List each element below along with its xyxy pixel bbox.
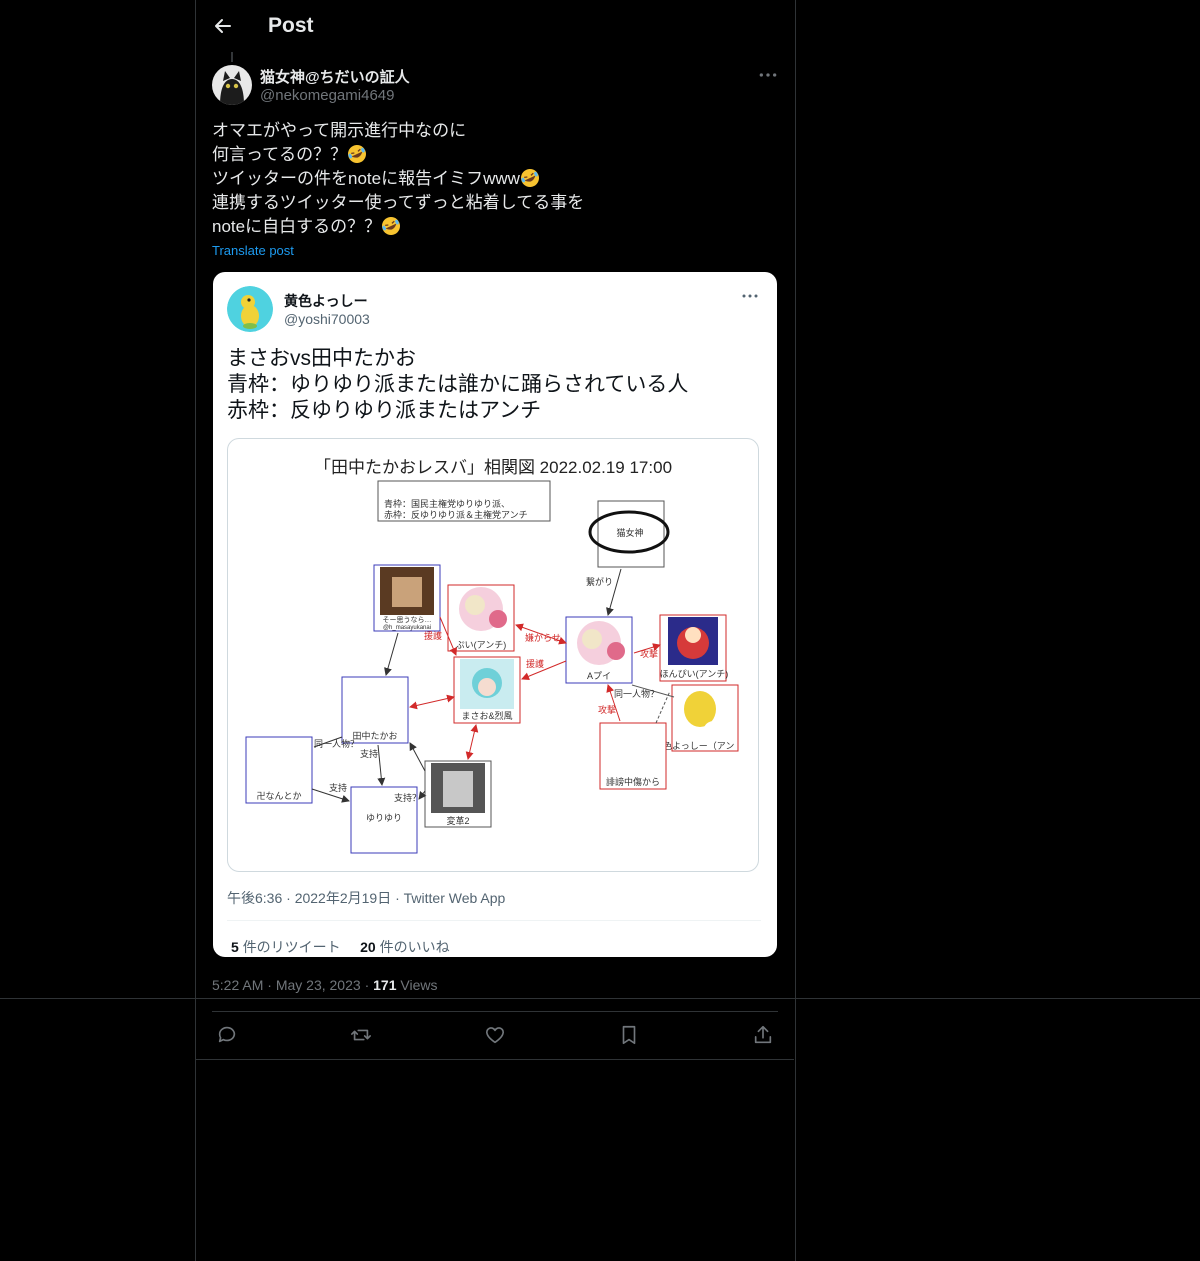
back-button[interactable] [209, 12, 237, 40]
laughing-emoji-icon [348, 145, 367, 163]
views-label: Views [400, 977, 438, 993]
edge [384, 632, 399, 676]
edge [465, 724, 479, 760]
quoted-meta: 午後6:36 · 2022年2月19日 · Twitter Web App [227, 890, 506, 906]
relationship-diagram: 「田中たかおレスバ」相関図 2022.02.19 17:00 青枠：国民主権党ゆ… [227, 438, 759, 872]
node-label: ほんぴい(アンチ) [660, 669, 729, 679]
author-name[interactable]: 猫女神@ちだいの証人 [260, 66, 410, 87]
edge-label: 嫌がらせ [525, 632, 561, 643]
edge [377, 744, 386, 786]
node-label: ぷい(アンチ) [456, 640, 507, 650]
reply-button[interactable] [216, 1024, 240, 1048]
retweet-label: 件のリツイート [242, 939, 341, 955]
edge-label: 同一人物？ [314, 738, 359, 749]
quoted-text: まさおvs田中たかお 青枠：ゆりゆり派または誰かに踊らされている人 赤枠：反ゆり… [227, 346, 688, 424]
edge-label: 攻撃 [640, 648, 658, 659]
cat-avatar-image [212, 65, 252, 105]
avatar[interactable] [212, 65, 252, 105]
edge [409, 742, 426, 772]
post-text-line: オマエがやって開示進行中なのに [212, 121, 467, 140]
quoted-post-image[interactable]: 黄色よっしー @yoshi70003 まさおvs田中たかお 青枠：ゆりゆり派また… [213, 272, 777, 957]
node-label: まさお&烈風 [461, 711, 512, 721]
diagram-title: 「田中たかおレスバ」相関図 2022.02.19 17:00 [314, 458, 672, 477]
retweet-count: 5 [231, 939, 239, 955]
yoshi-avatar-image [227, 286, 273, 332]
diagram-legend-line: 赤枠：反ゆりゆり派＆主権党アンチ [384, 509, 528, 520]
more-icon [759, 73, 777, 77]
heart-icon [485, 1027, 505, 1044]
arrow-left-icon [215, 19, 231, 33]
edge-label: 攻撃 [598, 704, 616, 715]
action-bar-divider [212, 1011, 778, 1012]
like-button[interactable] [484, 1024, 508, 1048]
quoted-stats: 5 件のリツイート 20 件のいいね [231, 937, 450, 957]
author-handle[interactable]: @nekomegami4649 [260, 87, 394, 104]
share-button[interactable] [752, 1024, 776, 1048]
translate-post-link[interactable]: Translate post [212, 243, 294, 258]
share-icon [754, 1025, 772, 1044]
action-bar-bottom-divider [196, 1059, 794, 1060]
quoted-divider [227, 920, 761, 921]
quoted-text-line: 赤枠：反ゆりゆり派またはアンチ [227, 399, 542, 422]
repost-button[interactable] [350, 1024, 374, 1048]
node-label: 田中たかお [352, 730, 397, 741]
node-label: 猫女神 [616, 527, 643, 538]
post-time[interactable]: 5:22 AM [212, 977, 263, 993]
edge-label: 同一人物？ [614, 688, 659, 699]
post-text-line: ツイッターの件をnoteに報告イミフwww [212, 167, 772, 191]
repost-icon [351, 1029, 371, 1041]
edge-label: 支持？ [394, 792, 421, 803]
views-count: 171 [373, 977, 397, 993]
edge-label: 繋がり [586, 576, 613, 587]
post-meta: 5:22 AM · May 23, 2023 · 171 Views [212, 977, 437, 993]
meta-separator: · [364, 977, 370, 993]
node-label: ゆりゆり [366, 813, 402, 823]
quoted-text-line: まさおvs田中たかお [227, 347, 416, 370]
quoted-author-handle: @yoshi70003 [284, 311, 370, 327]
edge-label: 支持 [360, 748, 378, 759]
like-label: 件のいいね [379, 939, 450, 955]
bookmark-icon [622, 1025, 636, 1045]
node-label: 変革2 [446, 815, 469, 826]
post-text-line: 連携するツイッター使ってずっと粘着してる事を [212, 193, 585, 212]
thread-line [231, 52, 233, 62]
bookmark-button[interactable] [618, 1024, 642, 1048]
quoted-more-icon [738, 290, 762, 306]
node-label: 卍なんとか [256, 791, 301, 801]
node-label: Aプイ [587, 671, 611, 681]
laughing-emoji-icon [382, 217, 401, 235]
quoted-avatar [227, 286, 273, 332]
more-options-button[interactable] [756, 66, 780, 84]
like-count: 20 [360, 939, 376, 955]
node-label: 誹謗中傷から [606, 776, 660, 787]
page-title: Post [268, 14, 314, 37]
post-date[interactable]: May 23, 2023 [276, 977, 361, 993]
post-text: オマエがやって開示進行中なのに 何言ってるの？？ ツイッターの件をnoteに報告… [212, 119, 772, 239]
edge-label: 援護 [526, 658, 544, 669]
edge-label: 支持 [329, 782, 347, 793]
quoted-text-line: 青枠：ゆりゆり派または誰かに踊らされている人 [227, 373, 689, 396]
post-text-line: 何言ってるの？？ [212, 143, 772, 167]
edge [606, 568, 622, 616]
post-text-line: noteに自白するの？？ [212, 215, 772, 239]
meta-separator: · [267, 977, 272, 993]
edge [409, 694, 455, 710]
diagram-legend-line: 青枠：国民主権党ゆりゆり派、 [384, 498, 510, 509]
node-label: そー思うなら… [383, 616, 432, 624]
edge-label: 援護 [424, 630, 442, 641]
laughing-emoji-icon [520, 169, 539, 187]
reply-icon [218, 1026, 236, 1043]
quoted-author-name: 黄色よっしー [284, 293, 368, 309]
post-divider [0, 998, 1200, 999]
